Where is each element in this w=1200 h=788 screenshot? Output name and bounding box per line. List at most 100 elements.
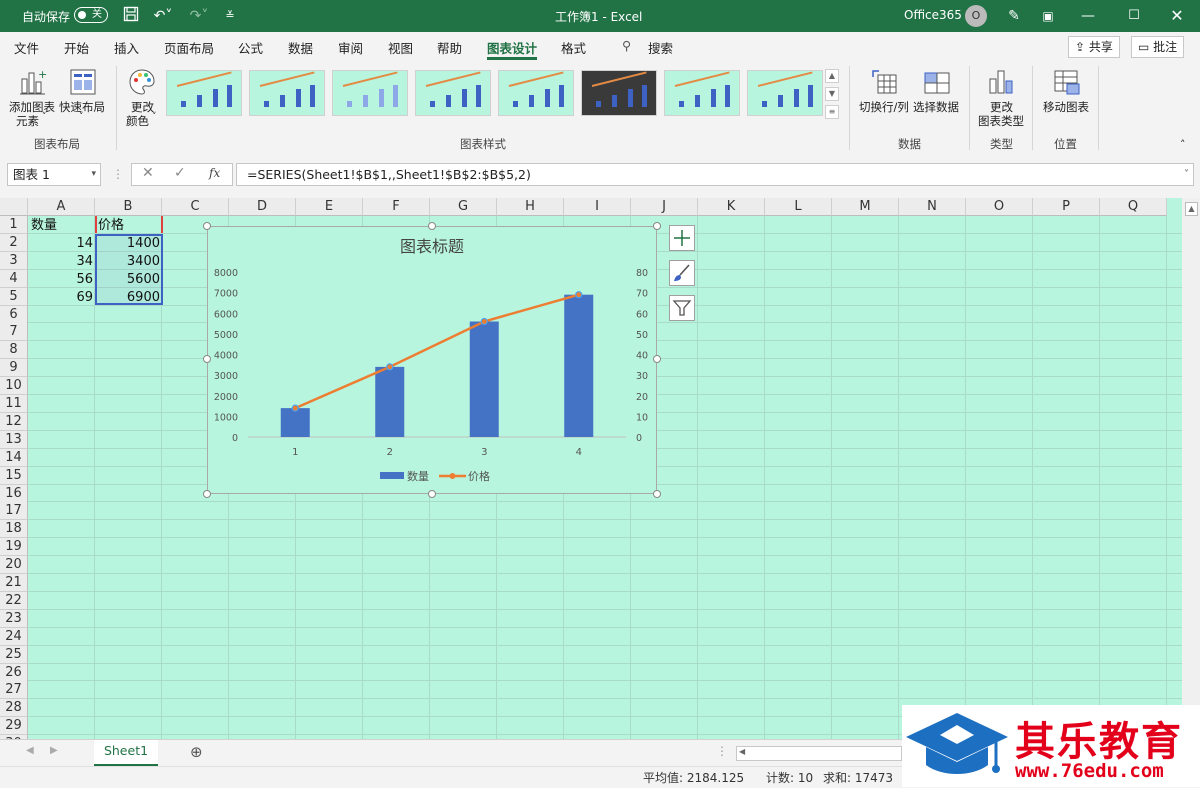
tab-review[interactable]: 审阅 bbox=[338, 38, 363, 57]
legend-label[interactable]: 数量 bbox=[407, 470, 429, 483]
gallery-scroll-up-icon[interactable]: ▲ bbox=[825, 69, 839, 83]
resize-handle[interactable] bbox=[653, 490, 661, 498]
column-header-q[interactable]: Q bbox=[1100, 198, 1167, 216]
row-header-4[interactable]: 4 bbox=[0, 269, 28, 288]
insert-function-icon[interactable]: fx bbox=[209, 166, 220, 180]
switch-row-column-icon[interactable] bbox=[870, 67, 900, 100]
row-header-8[interactable]: 8 bbox=[0, 341, 28, 360]
row-header-1[interactable]: 1 bbox=[0, 216, 28, 234]
cell-a3[interactable]: 34 bbox=[30, 253, 93, 271]
cell-a2[interactable]: 14 bbox=[30, 235, 93, 253]
search-label[interactable]: 搜索 bbox=[648, 38, 673, 57]
tab-chart-design[interactable]: 图表设计 bbox=[487, 38, 537, 57]
plot-area[interactable]: 0 1000 2000 3000 4000 5000 6000 7000 8000 0 10 20 30… bbox=[214, 268, 648, 483]
resize-handle[interactable] bbox=[653, 355, 661, 363]
close-icon[interactable]: ✕ bbox=[1167, 6, 1187, 26]
cell-a4[interactable]: 56 bbox=[30, 271, 93, 289]
line-point[interactable] bbox=[386, 363, 394, 371]
tab-file[interactable]: 文件 bbox=[14, 38, 39, 57]
row-header-7[interactable]: 7 bbox=[0, 323, 28, 342]
row-header-10[interactable]: 10 bbox=[0, 377, 28, 396]
column-header-a[interactable]: A bbox=[28, 198, 95, 216]
search-icon[interactable]: ⚲ bbox=[622, 38, 631, 53]
cancel-icon[interactable]: ✕ bbox=[142, 165, 154, 181]
bar-数量[interactable] bbox=[469, 321, 499, 438]
column-header-c[interactable]: C bbox=[162, 198, 229, 216]
save-icon[interactable] bbox=[121, 6, 141, 26]
maximize-icon[interactable]: ☐ bbox=[1124, 6, 1144, 26]
scroll-left-icon[interactable]: ◀ bbox=[739, 747, 745, 756]
sheet-tab-sheet1[interactable]: Sheet1 bbox=[94, 740, 158, 766]
select-data-label[interactable]: 选择数据 bbox=[913, 99, 959, 115]
splitter-handle-icon[interactable]: ⋮ bbox=[716, 744, 728, 758]
column-header-p[interactable]: P bbox=[1033, 198, 1100, 216]
row-header-3[interactable]: 3 bbox=[0, 251, 28, 270]
change-chart-type-icon[interactable] bbox=[986, 67, 1016, 100]
chart-style-thumbnail[interactable] bbox=[498, 70, 574, 116]
scroll-up-icon[interactable]: ▲ bbox=[1185, 202, 1198, 216]
add-chart-element-label-2[interactable]: 元素 bbox=[16, 113, 39, 129]
column-header-i[interactable]: I bbox=[564, 198, 631, 216]
row-header-25[interactable]: 25 bbox=[0, 645, 28, 664]
row-header-17[interactable]: 17 bbox=[0, 502, 28, 521]
chart-style-thumbnail[interactable] bbox=[415, 70, 491, 116]
cell-b3[interactable]: 3400 bbox=[96, 253, 160, 271]
column-header-d[interactable]: D bbox=[229, 198, 296, 216]
bar-数量[interactable] bbox=[375, 366, 405, 437]
column-header-k[interactable]: K bbox=[698, 198, 765, 216]
row-header-14[interactable]: 14 bbox=[0, 448, 28, 467]
row-header-24[interactable]: 24 bbox=[0, 627, 28, 646]
chart-title[interactable]: 图表标题 bbox=[400, 237, 464, 256]
tab-view[interactable]: 视图 bbox=[388, 38, 413, 57]
column-header-g[interactable]: G bbox=[430, 198, 497, 216]
change-chart-type-label-2[interactable]: 图表类型 bbox=[978, 113, 1024, 129]
resize-handle[interactable] bbox=[653, 222, 661, 230]
move-chart-label[interactable]: 移动图表 bbox=[1043, 99, 1089, 115]
chart-style-thumbnail[interactable] bbox=[664, 70, 740, 116]
tab-page-layout[interactable]: 页面布局 bbox=[164, 38, 214, 57]
row-header-22[interactable]: 22 bbox=[0, 591, 28, 610]
quick-layout-icon[interactable] bbox=[68, 67, 98, 100]
chart-style-thumbnail[interactable] bbox=[747, 70, 823, 116]
chevron-down-icon[interactable]: ˅ bbox=[42, 112, 47, 122]
move-chart-icon[interactable] bbox=[1052, 67, 1082, 100]
comments-button[interactable]: ▭ 批注 bbox=[1131, 36, 1185, 58]
gallery-scroll-down-icon[interactable]: ▼ bbox=[825, 87, 839, 101]
row-header-21[interactable]: 21 bbox=[0, 574, 28, 592]
share-button[interactable]: ⇪ 共享 bbox=[1068, 36, 1120, 58]
next-sheet-icon[interactable]: ▶ bbox=[50, 745, 58, 756]
collapse-ribbon-icon[interactable]: ˄ bbox=[1180, 138, 1186, 151]
row-header-23[interactable]: 23 bbox=[0, 609, 28, 628]
row-header-16[interactable]: 16 bbox=[0, 484, 28, 503]
tab-insert[interactable]: 插入 bbox=[114, 38, 139, 57]
row-header-13[interactable]: 13 bbox=[0, 430, 28, 449]
chart-filters-button[interactable] bbox=[669, 295, 695, 321]
undo-icon[interactable]: ↶˅ bbox=[150, 6, 176, 26]
select-all-corner[interactable] bbox=[0, 198, 28, 216]
cell-a5[interactable]: 69 bbox=[30, 289, 93, 307]
legend-label[interactable]: 价格 bbox=[468, 469, 490, 483]
resize-handle[interactable] bbox=[428, 222, 436, 230]
ribbon-display-icon[interactable]: ▣ bbox=[1038, 6, 1058, 26]
chevron-down-icon[interactable]: ˅ bbox=[152, 112, 157, 122]
tab-data[interactable]: 数据 bbox=[288, 38, 313, 57]
row-header-2[interactable]: 2 bbox=[0, 233, 28, 252]
vertical-scrollbar[interactable]: ▲ bbox=[1182, 198, 1200, 739]
autosave-toggle[interactable]: 关 bbox=[74, 7, 108, 23]
line-series-价格[interactable] bbox=[294, 293, 580, 410]
formula-input[interactable]: =SERIES(Sheet1!$B$1,,Sheet1!$B$2:$B$5,2)… bbox=[236, 163, 1194, 186]
prev-sheet-icon[interactable]: ◀ bbox=[26, 745, 34, 756]
chart-styles-button[interactable] bbox=[669, 260, 695, 286]
row-header-19[interactable]: 19 bbox=[0, 538, 28, 557]
column-header-o[interactable]: O bbox=[966, 198, 1033, 216]
chart-style-thumbnail[interactable] bbox=[166, 70, 242, 116]
chart-style-thumbnail[interactable] bbox=[249, 70, 325, 116]
name-box[interactable]: 图表 1 ▾ bbox=[7, 163, 101, 186]
drag-handle-icon[interactable]: ⋮ bbox=[112, 167, 124, 181]
column-header-m[interactable]: M bbox=[832, 198, 899, 216]
resize-handle[interactable] bbox=[203, 355, 211, 363]
gallery-expand-icon[interactable]: ≡ bbox=[825, 105, 839, 119]
account-name[interactable]: Office365 bbox=[904, 8, 962, 22]
tab-home[interactable]: 开始 bbox=[64, 38, 89, 57]
cell-b4[interactable]: 5600 bbox=[96, 271, 160, 289]
